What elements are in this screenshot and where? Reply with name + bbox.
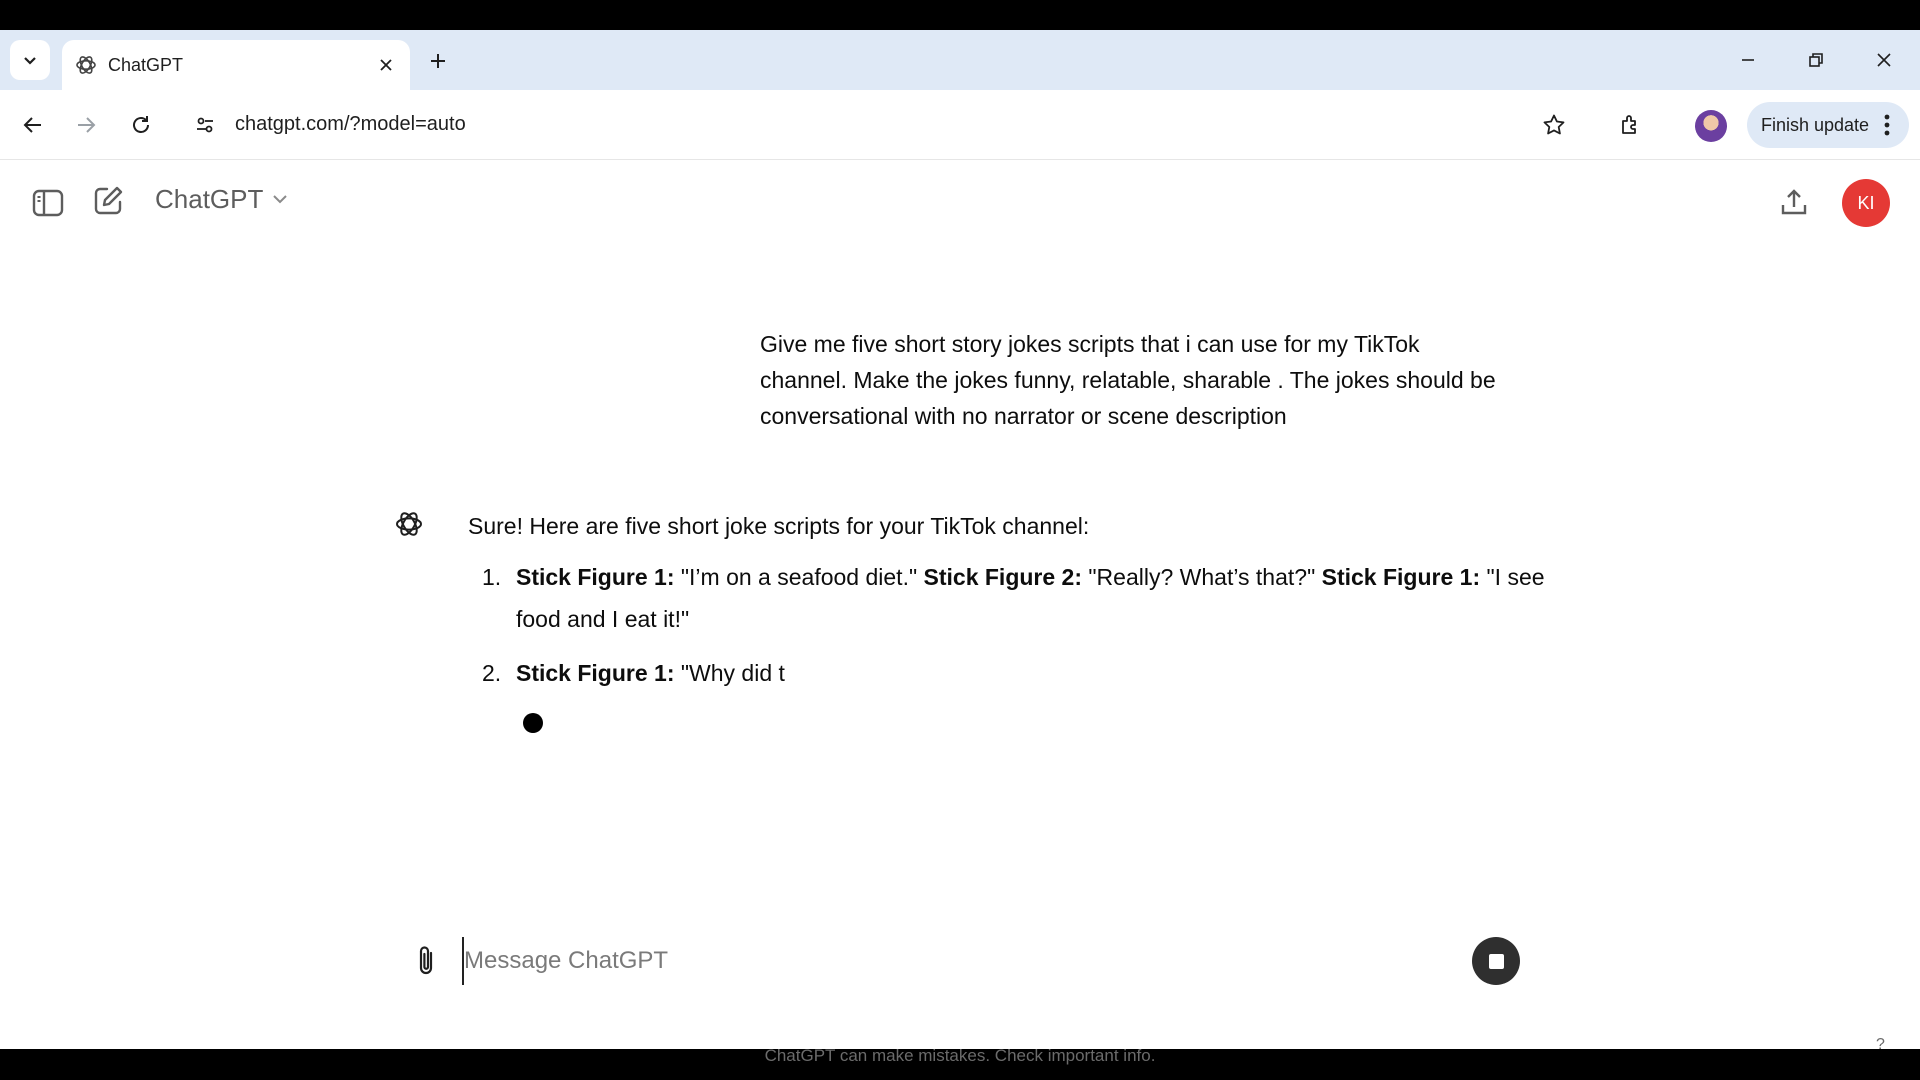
list-number: 2.	[482, 660, 502, 686]
new-chat-icon	[94, 186, 123, 215]
browser-toolbar: chatgpt.com/?model=auto Finish update	[0, 90, 1920, 160]
streaming-cursor	[523, 713, 543, 733]
minimize-icon	[1742, 59, 1754, 61]
reload-button[interactable]	[123, 107, 159, 143]
new-chat-button[interactable]	[88, 181, 128, 221]
tab-title: ChatGPT	[108, 55, 184, 75]
answer-list: 1. Stick Figure 1: "I’m on a seafood die…	[468, 556, 1548, 706]
stop-button[interactable]	[1472, 937, 1520, 985]
tab-chatgpt[interactable]: ChatGPT	[62, 40, 410, 90]
extensions-button[interactable]	[1613, 107, 1649, 143]
sidebar-toggle-button[interactable]	[28, 183, 68, 223]
plus-icon	[431, 54, 445, 68]
list-item: 2. Stick Figure 1: "Why did t	[468, 652, 1548, 694]
speaker-label: Stick Figure 2:	[923, 564, 1082, 590]
chevron-down-icon	[273, 195, 288, 204]
stop-icon	[1488, 953, 1504, 969]
tab-strip: ChatGPT	[0, 30, 1920, 90]
new-tab-button[interactable]	[422, 45, 454, 77]
profile-avatar[interactable]	[1695, 110, 1727, 142]
share-button[interactable]	[1774, 183, 1814, 223]
finish-update-label: Finish update	[1761, 115, 1870, 135]
site-settings-icon	[197, 117, 213, 133]
message-input[interactable]	[462, 937, 1362, 985]
screen: ChatGPT chatgpt.com/?model=auto Finish u…	[0, 0, 1920, 1080]
disclaimer: ChatGPT can make mistakes. Check importa…	[764, 1046, 1156, 1065]
browser-window: ChatGPT chatgpt.com/?model=auto Finish u…	[0, 30, 1920, 1065]
list-item: 1. Stick Figure 1: "I’m on a seafood die…	[468, 556, 1548, 640]
paperclip-icon	[419, 946, 433, 975]
minimize-button[interactable]	[1728, 42, 1768, 78]
extensions-icon	[1622, 115, 1636, 134]
assistant-intro: Sure! Here are five short joke scripts f…	[468, 513, 1090, 539]
user-message: Give me five short story jokes scripts t…	[760, 331, 1496, 429]
line-text: "Why did t	[674, 660, 785, 686]
chatgpt-app: ChatGPT KI Give me five short story joke…	[0, 161, 1920, 1065]
share-icon	[1781, 189, 1807, 215]
tab-close-button[interactable]	[374, 53, 398, 77]
speaker-label: Stick Figure 1:	[516, 564, 675, 590]
restore-icon	[1809, 53, 1823, 67]
line-text: "I’m on a seafood diet."	[674, 564, 924, 590]
bookmark-button[interactable]	[1536, 107, 1572, 143]
finish-update-button[interactable]: Finish update	[1747, 102, 1909, 148]
tab-search-icon	[24, 57, 36, 65]
star-icon	[1543, 114, 1565, 135]
kebab-icon	[1884, 114, 1890, 136]
close-icon	[380, 59, 392, 71]
tab-search-button[interactable]	[10, 40, 50, 80]
close-window-button[interactable]	[1864, 42, 1904, 78]
site-settings-button[interactable]	[187, 107, 223, 143]
openai-logo-icon	[76, 56, 96, 74]
openai-logo-icon	[396, 512, 422, 536]
speaker-label: Stick Figure 1:	[1321, 564, 1481, 590]
attach-button[interactable]	[408, 939, 444, 983]
restore-button[interactable]	[1796, 42, 1836, 78]
user-avatar[interactable]: KI	[1842, 179, 1890, 227]
kebab-menu-button[interactable]	[1877, 112, 1897, 138]
back-button[interactable]	[15, 107, 51, 143]
line-text: "Really? What’s that?"	[1082, 564, 1322, 590]
list-number: 1.	[482, 564, 502, 590]
forward-icon	[78, 117, 96, 133]
close-icon	[1877, 53, 1891, 67]
message-composer	[400, 931, 1540, 991]
model-name: ChatGPT	[155, 183, 264, 214]
reload-icon	[133, 116, 149, 133]
back-icon	[23, 117, 41, 133]
address-bar[interactable]: chatgpt.com/?model=auto	[235, 113, 466, 136]
model-switcher[interactable]: ChatGPT	[155, 179, 289, 219]
forward-button[interactable]	[68, 107, 104, 143]
sidebar-toggle-icon	[32, 189, 64, 217]
help-button[interactable]: ?	[1876, 1036, 1885, 1054]
speaker-label: Stick Figure 1:	[516, 660, 675, 686]
